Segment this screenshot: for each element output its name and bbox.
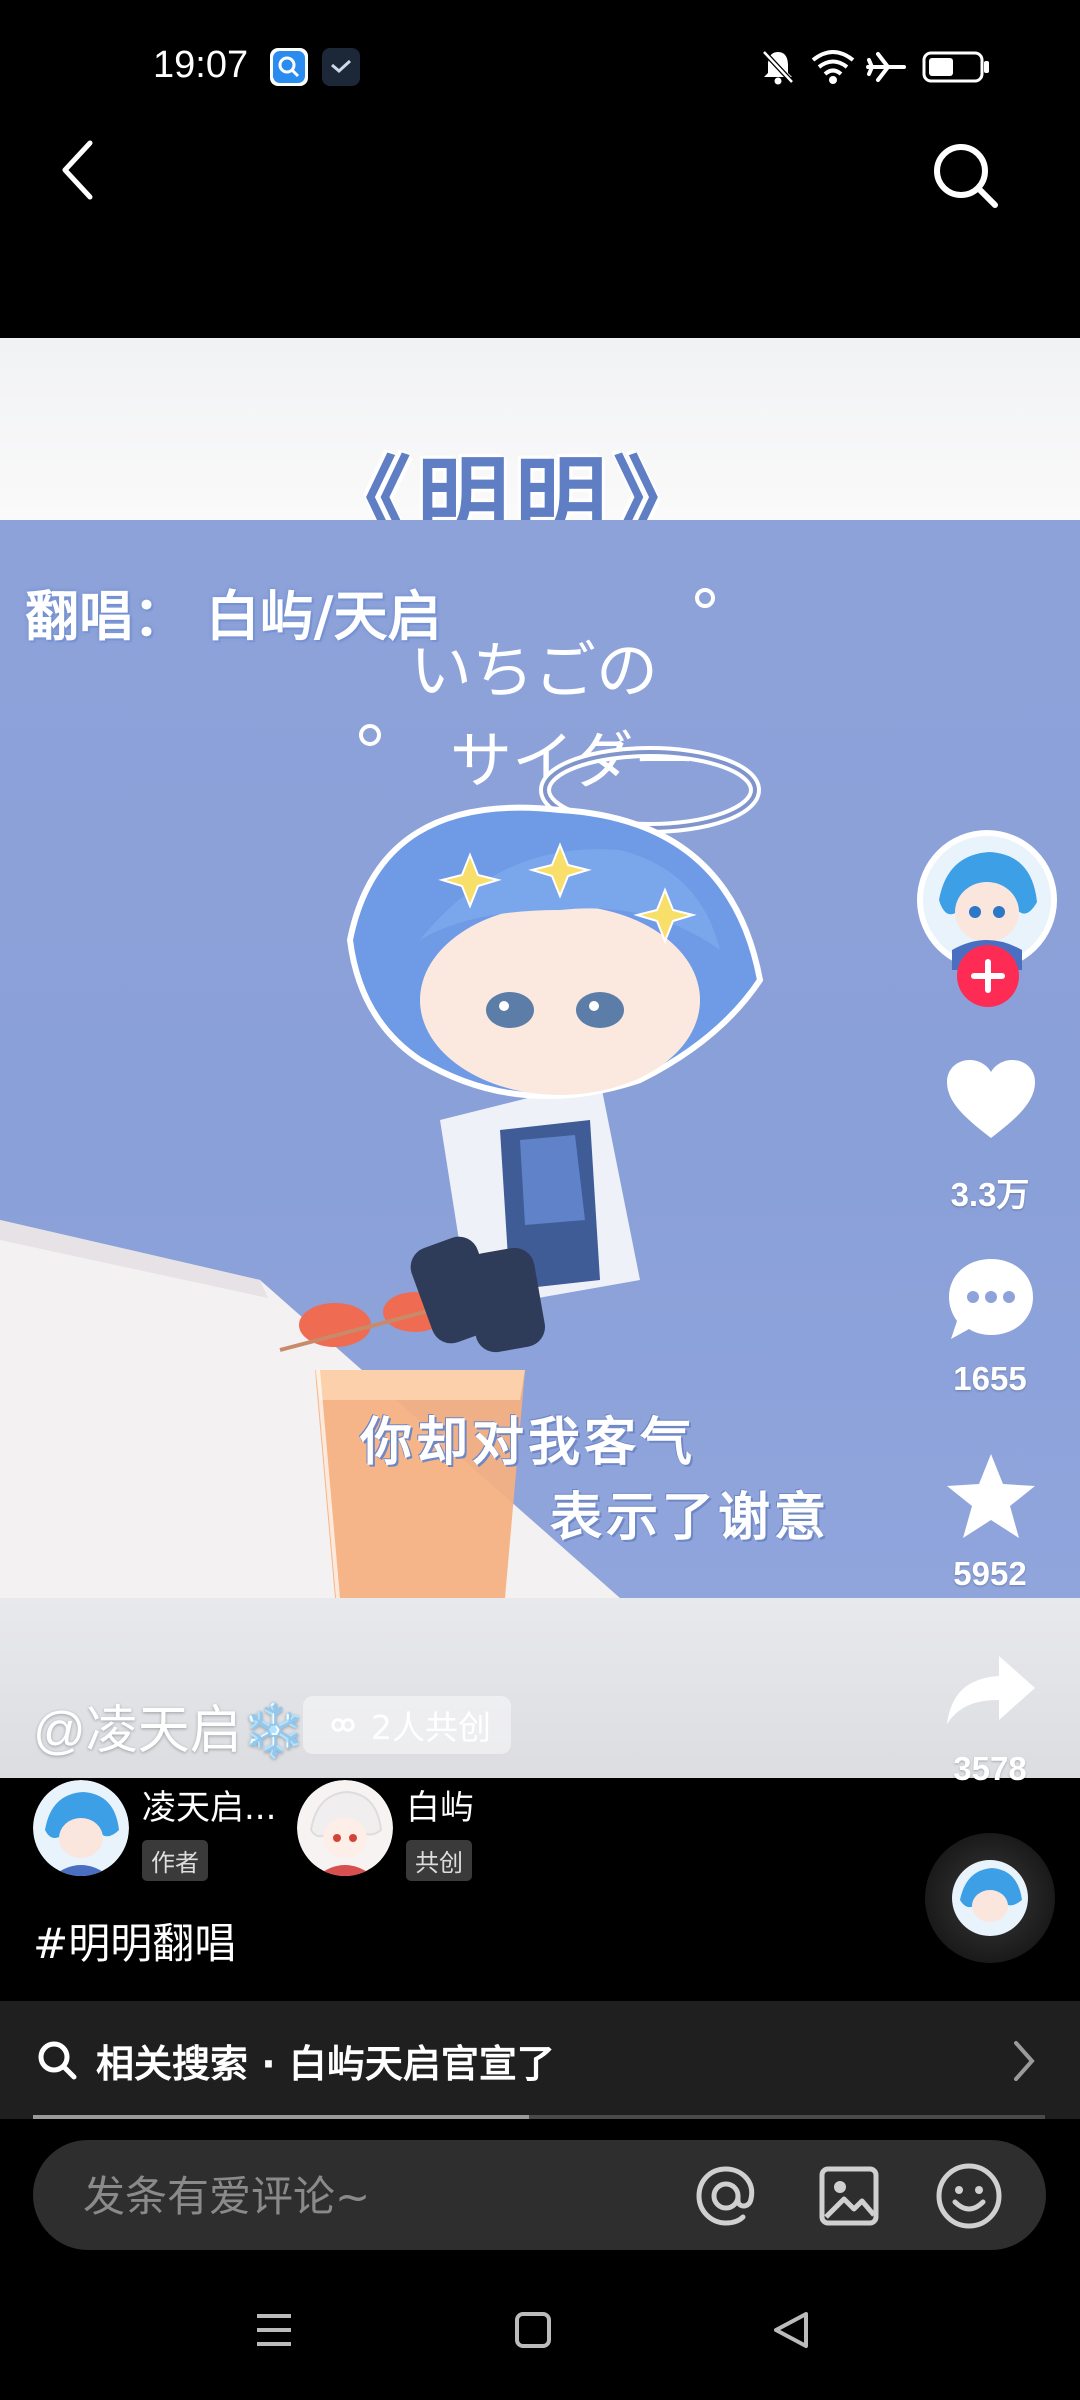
mute-bell-icon: [760, 48, 796, 90]
mention-button[interactable]: [693, 2165, 759, 2231]
creator-role-badge: 共创: [406, 1840, 472, 1881]
favorite-count: 5952: [953, 1555, 1027, 1592]
creator-avatar[interactable]: [33, 1780, 129, 1876]
lyric-line: 表示了谢意: [550, 1488, 831, 1548]
comment-count: 1655: [953, 1360, 1027, 1397]
emoji-button[interactable]: [935, 2162, 1003, 2234]
menu-icon: [257, 2314, 291, 2346]
comment-bar: [33, 2140, 1046, 2252]
plus-icon: [971, 959, 1005, 993]
image-icon: [819, 2166, 879, 2226]
square-icon: [515, 2312, 551, 2348]
cocreate-label: 2人共创: [371, 1708, 491, 1747]
airplane-icon: [866, 48, 906, 90]
lyric-line: 你却对我客气: [360, 1413, 697, 1473]
cocreate-badge[interactable]: 2人共创: [303, 1696, 511, 1754]
creator-avatar[interactable]: [297, 1780, 393, 1876]
creator-role-badge: 作者: [142, 1840, 208, 1881]
avatar: [33, 1780, 129, 1876]
share-count: 3578: [953, 1750, 1027, 1787]
share-button[interactable]: [943, 1650, 1039, 1734]
smiley-icon: [936, 2163, 1002, 2229]
music-disc-button[interactable]: [925, 1833, 1055, 1963]
heart-icon: [947, 1060, 1035, 1138]
star-icon: [947, 1454, 1035, 1538]
search-button[interactable]: [925, 135, 1005, 215]
avatar: [952, 1860, 1028, 1936]
home-button[interactable]: [512, 2310, 554, 2354]
related-search-bar[interactable]: 相关搜索 · 白屿天启官宣了: [0, 2001, 1080, 2119]
author-handle[interactable]: @凌天启❄️: [33, 1688, 307, 1763]
creator-name[interactable]: 白屿: [406, 1780, 474, 1829]
infinity-icon: [331, 1718, 355, 1732]
menu-button[interactable]: [253, 2310, 295, 2354]
image-button[interactable]: [818, 2165, 880, 2231]
triangle-back-icon: [774, 2312, 808, 2348]
video-progress-bar[interactable]: [33, 2115, 1045, 2119]
battery-icon: [922, 48, 992, 90]
gallery-app-icon: [322, 48, 360, 86]
system-nav-bar: [0, 2260, 1080, 2400]
status-time: 19:07: [153, 44, 249, 86]
search-icon: [934, 144, 998, 208]
favorite-button[interactable]: [943, 1450, 1039, 1544]
video-top-band: 《明明》: [0, 338, 1080, 554]
chevron-left-icon: [62, 140, 93, 200]
back-button[interactable]: [55, 135, 105, 205]
comment-input[interactable]: [81, 2140, 685, 2252]
status-bar: 19:07: [0, 0, 1080, 130]
avatar: [297, 1780, 393, 1876]
hashtag-link[interactable]: #明明翻唱: [33, 1910, 236, 1971]
related-search-label: 相关搜索 · 白屿天启官宣了: [96, 2041, 555, 2086]
comment-button[interactable]: [945, 1255, 1037, 1347]
system-back-button[interactable]: [770, 2310, 812, 2354]
creator-name[interactable]: 凌天启...: [142, 1780, 276, 1829]
comment-icon: [949, 1259, 1033, 1339]
video-frame: 翻唱： 白屿/天启 いちごの サイダー 你却对我客气 表示了谢意: [0, 520, 1080, 1598]
search-icon: [38, 2041, 77, 2080]
search-app-icon: [270, 48, 308, 86]
chevron-right-icon: [1014, 2041, 1035, 2081]
like-count: 3.3万: [950, 1176, 1030, 1213]
at-sign-icon: [696, 2166, 755, 2226]
follow-button[interactable]: [957, 945, 1019, 1007]
wifi-icon: [810, 48, 856, 90]
like-button[interactable]: [945, 1058, 1037, 1146]
share-arrow-icon: [947, 1656, 1035, 1724]
video-progress-fill: [33, 2115, 529, 2119]
